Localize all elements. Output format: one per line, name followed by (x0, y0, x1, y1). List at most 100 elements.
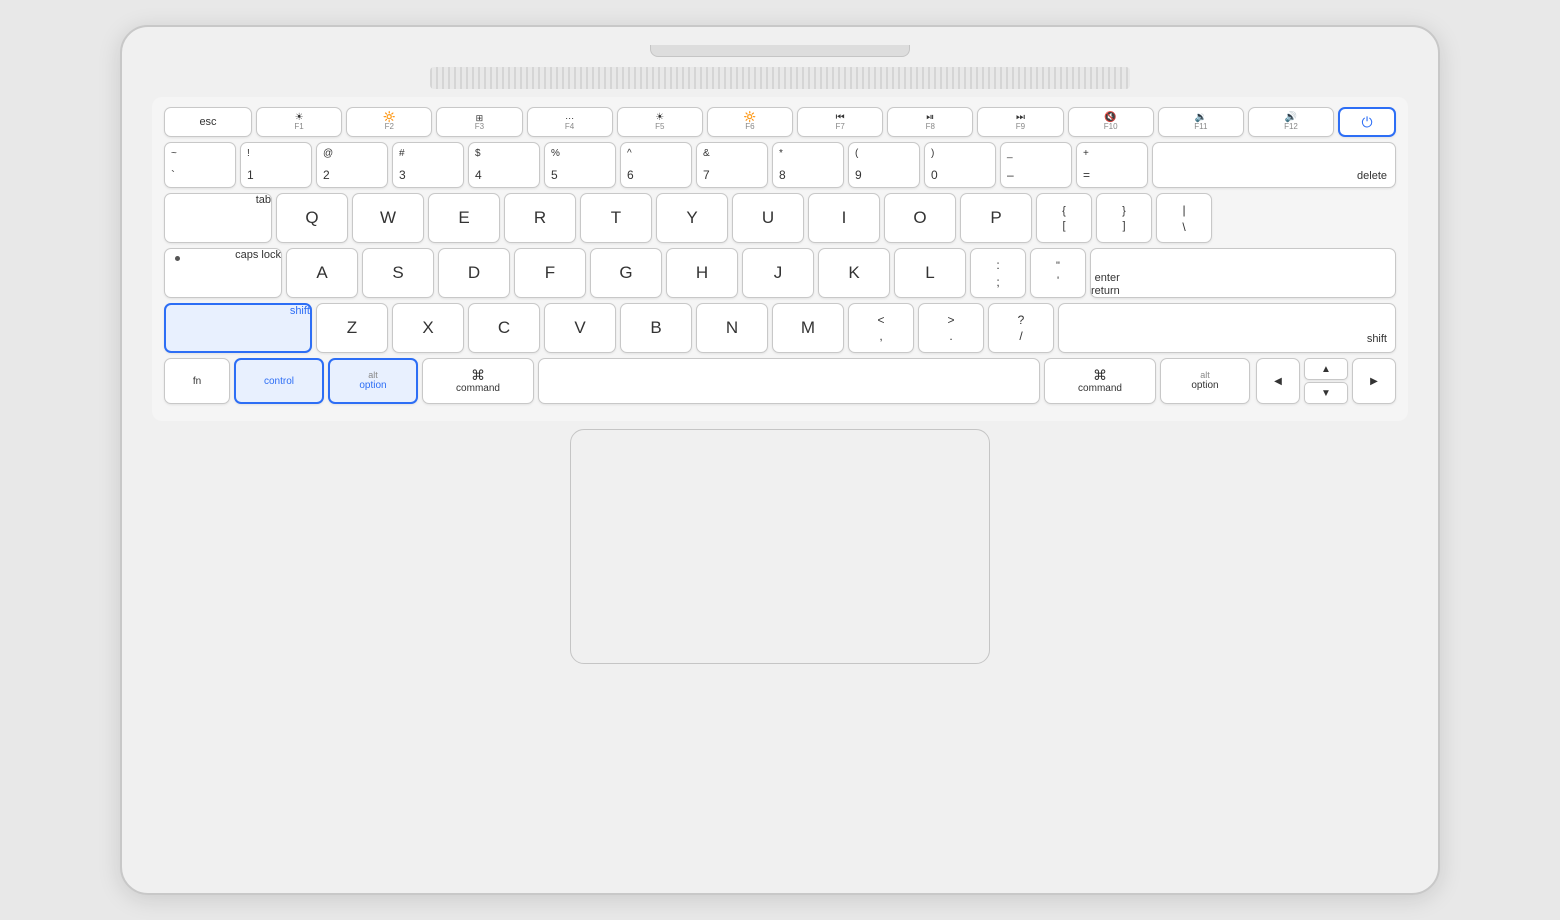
6-key[interactable]: ^ 6 (620, 142, 692, 188)
w-key[interactable]: W (352, 193, 424, 243)
arrow-right-key[interactable]: ▶ (1352, 358, 1396, 404)
o-key[interactable]: O (884, 193, 956, 243)
1-key[interactable]: ! 1 (240, 142, 312, 188)
i-key[interactable]: I (808, 193, 880, 243)
c-key[interactable]: C (468, 303, 540, 353)
x-key[interactable]: X (392, 303, 464, 353)
f5-key[interactable]: ☀ F5 (617, 107, 703, 137)
minus-key[interactable]: _ – (1000, 142, 1072, 188)
u-key[interactable]: U (732, 193, 804, 243)
f7-key[interactable]: ⏮ F7 (797, 107, 883, 137)
delete-key[interactable]: delete (1152, 142, 1396, 188)
e-key[interactable]: E (428, 193, 500, 243)
esc-label: esc (199, 116, 216, 128)
caps-lock-key[interactable]: caps lock (164, 248, 282, 298)
option-left-key[interactable]: alt option (328, 358, 418, 404)
m-key[interactable]: M (772, 303, 844, 353)
fn-label: fn (193, 376, 201, 387)
function-row: esc ☀ F1 🔆 F2 ⊞ F3 (164, 107, 1396, 137)
comma-key[interactable]: < , (848, 303, 914, 353)
hinge (650, 45, 910, 57)
control-label: control (264, 376, 294, 387)
k-key[interactable]: K (818, 248, 890, 298)
control-key[interactable]: control (234, 358, 324, 404)
enter-key[interactable]: enter return (1090, 248, 1396, 298)
option-left-label: option (359, 380, 386, 392)
command-right-label: command (1078, 384, 1122, 394)
arrow-left-icon: ◀ (1274, 376, 1282, 387)
arrow-right-icon: ▶ (1370, 376, 1378, 387)
f9-key[interactable]: ⏭ F9 (977, 107, 1063, 137)
s-key[interactable]: S (362, 248, 434, 298)
f10-key[interactable]: 🔇 F10 (1068, 107, 1154, 137)
quote-key[interactable]: " ' (1030, 248, 1086, 298)
7-key[interactable]: & 7 (696, 142, 768, 188)
5-key[interactable]: % 5 (544, 142, 616, 188)
v-key[interactable]: V (544, 303, 616, 353)
0-key[interactable]: ) 0 (924, 142, 996, 188)
shift-left-label: shift (290, 305, 310, 317)
equals-key[interactable]: + = (1076, 142, 1148, 188)
speaker-row (152, 67, 1408, 89)
2-key[interactable]: @ 2 (316, 142, 388, 188)
option-right-key[interactable]: alt option (1160, 358, 1250, 404)
period-key[interactable]: > . (918, 303, 984, 353)
backtick-key[interactable]: ~ ` (164, 142, 236, 188)
4-key[interactable]: $ 4 (468, 142, 540, 188)
shift-right-key[interactable]: shift (1058, 303, 1396, 353)
enter-label: enter (1095, 272, 1120, 284)
asdf-row: caps lock A S D F G H J K L : ; " ' (164, 248, 1396, 298)
3-key[interactable]: # 3 (392, 142, 464, 188)
arrow-left-key[interactable]: ◀ (1256, 358, 1300, 404)
fn-key[interactable]: fn (164, 358, 230, 404)
caps-lock-label: caps lock (235, 249, 281, 261)
f2-key[interactable]: 🔆 F2 (346, 107, 432, 137)
g-key[interactable]: G (590, 248, 662, 298)
f8-key[interactable]: ⏯ F8 (887, 107, 973, 137)
command-left-symbol: ⌘ (471, 368, 485, 382)
arrow-down-key[interactable]: ▼ (1304, 382, 1348, 404)
power-key[interactable]: ⏻ (1338, 107, 1396, 137)
h-key[interactable]: H (666, 248, 738, 298)
command-left-label: command (456, 384, 500, 394)
b-key[interactable]: B (620, 303, 692, 353)
j-key[interactable]: J (742, 248, 814, 298)
f11-key[interactable]: 🔉 F11 (1158, 107, 1244, 137)
8-key[interactable]: * 8 (772, 142, 844, 188)
shift-left-key[interactable]: shift (164, 303, 312, 353)
command-right-key[interactable]: ⌘ command (1044, 358, 1156, 404)
r-key[interactable]: R (504, 193, 576, 243)
right-bracket-key[interactable]: } ] (1096, 193, 1152, 243)
spacebar[interactable] (538, 358, 1040, 404)
slash-key[interactable]: ? / (988, 303, 1054, 353)
9-key[interactable]: ( 9 (848, 142, 920, 188)
n-key[interactable]: N (696, 303, 768, 353)
f4-key[interactable]: ⋯ F4 (527, 107, 613, 137)
f3-key[interactable]: ⊞ F3 (436, 107, 522, 137)
pipe-key[interactable]: | \ (1156, 193, 1212, 243)
option-right-label: option (1191, 380, 1218, 392)
delete-label: delete (1357, 170, 1387, 182)
t-key[interactable]: T (580, 193, 652, 243)
trackpad[interactable] (570, 429, 990, 664)
arrow-up-key[interactable]: ▲ (1304, 358, 1348, 380)
esc-key[interactable]: esc (164, 107, 252, 137)
trackpad-area (152, 429, 1408, 664)
f1-key[interactable]: ☀ F1 (256, 107, 342, 137)
left-bracket-key[interactable]: { [ (1036, 193, 1092, 243)
semicolon-key[interactable]: : ; (970, 248, 1026, 298)
a-key[interactable]: A (286, 248, 358, 298)
shift-right-label: shift (1367, 333, 1387, 345)
d-key[interactable]: D (438, 248, 510, 298)
p-key[interactable]: P (960, 193, 1032, 243)
f12-key[interactable]: 🔊 F12 (1248, 107, 1334, 137)
tab-key[interactable]: tab (164, 193, 272, 243)
f6-key[interactable]: 🔆 F6 (707, 107, 793, 137)
y-key[interactable]: Y (656, 193, 728, 243)
z-key[interactable]: Z (316, 303, 388, 353)
q-key[interactable]: Q (276, 193, 348, 243)
command-left-key[interactable]: ⌘ command (422, 358, 534, 404)
option-right-alt-label: alt (1200, 370, 1210, 381)
l-key[interactable]: L (894, 248, 966, 298)
f-key[interactable]: F (514, 248, 586, 298)
